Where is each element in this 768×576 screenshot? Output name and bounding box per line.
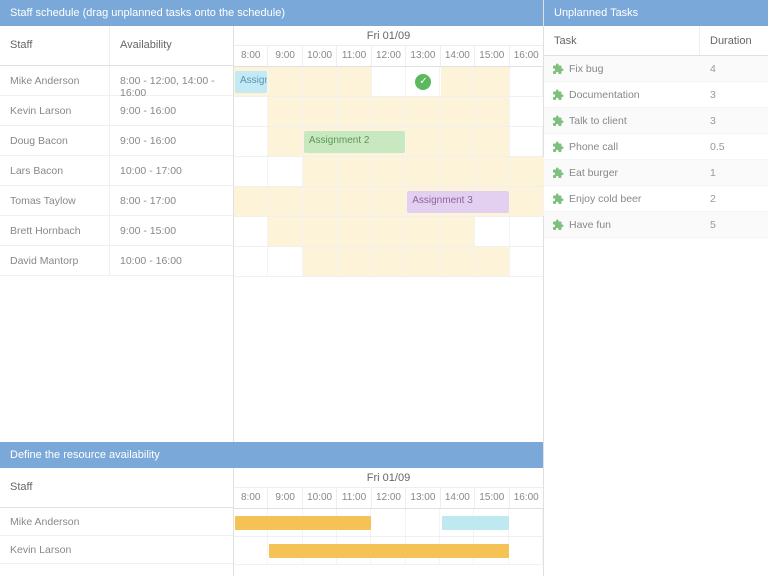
task-label: Talk to client	[569, 115, 627, 127]
schedule-date: Fri 01/09	[234, 26, 543, 46]
hour-header: 10:00	[303, 488, 337, 508]
assignment-block[interactable]: Assign	[235, 71, 267, 93]
puzzle-icon	[552, 89, 564, 101]
task-row[interactable]: Eat burger 1	[544, 160, 768, 186]
availability-bar[interactable]	[235, 516, 371, 530]
staff-name: Mike Anderson	[0, 66, 110, 95]
availability-staff-row: Kevin Larson	[0, 536, 233, 564]
hour-header: 16:00	[510, 488, 543, 508]
col-header-availability: Availability	[110, 26, 233, 65]
staff-availability: 9:00 - 16:00	[110, 126, 233, 155]
staff-availability: 8:00 - 12:00, 14:00 - 16:00	[110, 66, 233, 95]
staff-availability: 9:00 - 16:00	[110, 96, 233, 125]
tasks-panel-header: Unplanned Tasks	[544, 0, 768, 26]
task-label: Phone call	[569, 141, 618, 153]
staff-row: Lars Bacon10:00 - 17:00	[0, 156, 233, 186]
availability-date: Fri 01/09	[234, 468, 543, 488]
staff-row: David Mantorp10:00 - 16:00	[0, 246, 233, 276]
hour-header: 11:00	[337, 488, 371, 508]
staff-row: Kevin Larson9:00 - 16:00	[0, 96, 233, 126]
task-row[interactable]: Have fun 5	[544, 212, 768, 238]
task-duration: 5	[700, 219, 768, 231]
schedule-panel-header: Staff schedule (drag unplanned tasks ont…	[0, 0, 543, 26]
availability-bar[interactable]	[269, 544, 508, 558]
staff-availability: 10:00 - 17:00	[110, 156, 233, 185]
task-row[interactable]: Phone call 0.5	[544, 134, 768, 160]
task-duration: 3	[700, 115, 768, 127]
availability-bar[interactable]	[442, 516, 509, 530]
schedule-row[interactable]	[234, 217, 543, 247]
task-row[interactable]: Talk to client 3	[544, 108, 768, 134]
staff-row: Doug Bacon9:00 - 16:00	[0, 126, 233, 156]
schedule-row[interactable]: Assign✓	[234, 67, 543, 97]
staff-availability: 9:00 - 15:00	[110, 216, 233, 245]
hour-header: 12:00	[372, 488, 406, 508]
staff-name: Tomas Taylow	[0, 186, 110, 215]
task-duration: 1	[700, 167, 768, 179]
hour-header: 14:00	[441, 46, 475, 66]
schedule-row[interactable]	[234, 157, 543, 187]
puzzle-icon	[552, 167, 564, 179]
staff-availability: 10:00 - 16:00	[110, 246, 233, 275]
availability-row[interactable]	[234, 509, 543, 537]
availability-panel-header: Define the resource availability	[0, 442, 543, 468]
availability-staff-row: Mike Anderson	[0, 508, 233, 536]
hour-header: 15:00	[475, 46, 509, 66]
staff-name: Brett Hornbach	[0, 216, 110, 245]
hour-header: 11:00	[337, 46, 371, 66]
staff-row: Tomas Taylow8:00 - 17:00	[0, 186, 233, 216]
avail-col-header-staff: Staff	[0, 468, 233, 508]
task-label: Fix bug	[569, 63, 603, 75]
task-duration: 3	[700, 89, 768, 101]
hour-header: 8:00	[234, 46, 268, 66]
col-header-duration: Duration	[700, 26, 768, 55]
task-label: Enjoy cold beer	[569, 193, 641, 205]
hour-header: 12:00	[372, 46, 406, 66]
task-duration: 0.5	[700, 141, 768, 153]
schedule-row[interactable]	[234, 247, 543, 277]
staff-row: Brett Hornbach9:00 - 15:00	[0, 216, 233, 246]
puzzle-icon	[552, 193, 564, 205]
hour-header: 10:00	[303, 46, 337, 66]
puzzle-icon	[552, 141, 564, 153]
hour-header: 15:00	[475, 488, 509, 508]
puzzle-icon	[552, 115, 564, 127]
schedule-row[interactable]: Assignment 3	[234, 187, 543, 217]
availability-row[interactable]	[234, 537, 543, 565]
assignment-block[interactable]: Assignment 2	[304, 131, 405, 153]
staff-name: Lars Bacon	[0, 156, 110, 185]
task-duration: 4	[700, 63, 768, 75]
col-header-staff: Staff	[0, 26, 110, 65]
puzzle-icon	[552, 219, 564, 231]
hour-header: 13:00	[406, 488, 440, 508]
task-duration: 2	[700, 193, 768, 205]
schedule-grid[interactable]: Staff Availability Mike Anderson8:00 - 1…	[0, 26, 543, 442]
hour-header: 9:00	[268, 46, 302, 66]
task-row[interactable]: Documentation 3	[544, 82, 768, 108]
schedule-row[interactable]: Assignment 2	[234, 127, 543, 157]
task-row[interactable]: Enjoy cold beer 2	[544, 186, 768, 212]
task-label: Documentation	[569, 89, 640, 101]
task-label: Eat burger	[569, 167, 618, 179]
task-label: Have fun	[569, 219, 611, 231]
availability-grid[interactable]: Staff Mike AndersonKevin Larson Fri 01/0…	[0, 468, 543, 576]
hour-header: 16:00	[510, 46, 543, 66]
hour-header: 9:00	[268, 488, 302, 508]
hour-header: 14:00	[441, 488, 475, 508]
hour-header: 8:00	[234, 488, 268, 508]
staff-availability: 8:00 - 17:00	[110, 186, 233, 215]
schedule-row[interactable]	[234, 97, 543, 127]
assignment-block[interactable]: Assignment 3	[407, 191, 508, 213]
hour-header: 13:00	[406, 46, 440, 66]
staff-name: David Mantorp	[0, 246, 110, 275]
staff-row: Mike Anderson8:00 - 12:00, 14:00 - 16:00	[0, 66, 233, 96]
staff-name: Doug Bacon	[0, 126, 110, 155]
task-row[interactable]: Fix bug 4	[544, 56, 768, 82]
col-header-task: Task	[544, 26, 700, 55]
puzzle-icon	[552, 63, 564, 75]
staff-name: Kevin Larson	[0, 96, 110, 125]
